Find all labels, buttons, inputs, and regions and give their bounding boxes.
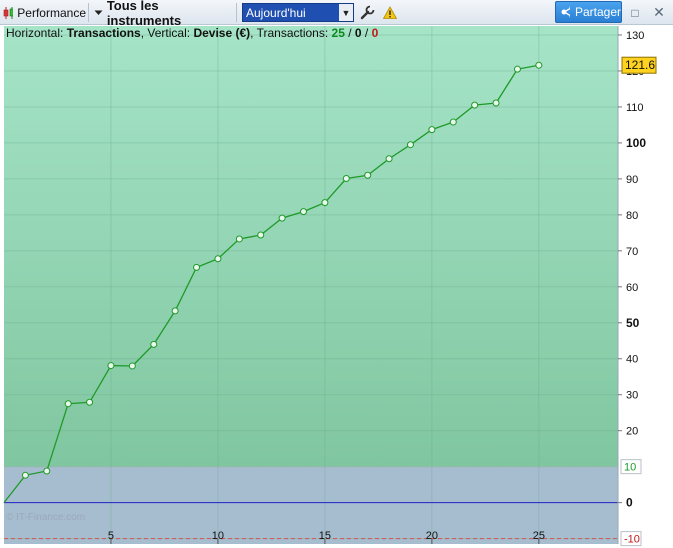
x-tick-label: 15: [319, 530, 331, 542]
data-point: [364, 171, 372, 179]
share-icon: [561, 6, 570, 18]
y-tick-label: 40: [626, 354, 638, 366]
data-point: [428, 126, 436, 134]
y-tick-label: 80: [626, 210, 638, 222]
settings-button[interactable]: [357, 0, 377, 25]
data-point: [107, 362, 115, 370]
data-point: [150, 340, 158, 348]
chevron-down-icon: [94, 10, 103, 15]
last-value-marker: 121.6: [621, 56, 657, 74]
candlestick-icon: [3, 6, 14, 19]
data-point: [86, 398, 94, 406]
data-point: [214, 255, 222, 263]
watermark: © IT-Finance.com: [6, 512, 86, 523]
data-point: [342, 175, 350, 183]
data-point: [171, 307, 179, 315]
y-tick-label: 50: [626, 316, 640, 330]
close-icon[interactable]: ✕: [652, 0, 666, 25]
share-label: Partager: [574, 5, 621, 19]
y-tick-label: 20: [626, 426, 638, 438]
chevron-down-icon[interactable]: ▼: [339, 4, 353, 21]
performance-button[interactable]: Performance: [2, 0, 86, 25]
threshold-label: 10: [624, 462, 636, 474]
transactions-neutral: 0: [354, 26, 362, 40]
transactions-total: 25: [331, 26, 345, 40]
toolbar-separator: [88, 3, 89, 22]
data-point: [385, 155, 393, 163]
y-tick-label: 30: [626, 390, 638, 402]
data-point: [128, 362, 136, 370]
data-point: [535, 61, 543, 69]
data-point: [235, 235, 243, 243]
window-restore-icon[interactable]: □: [628, 0, 642, 25]
y-tick-label: 90: [626, 174, 638, 186]
toolbar-separator: [236, 3, 237, 22]
last-value-label: 121.6: [625, 58, 655, 72]
data-point: [449, 118, 457, 126]
warning-icon[interactable]: [382, 0, 398, 25]
data-point: [321, 199, 329, 207]
transactions-label: , Transactions:: [250, 26, 329, 40]
x-tick-label: 5: [108, 530, 114, 542]
instruments-label: Tous les instruments: [106, 0, 182, 28]
transactions-loss: 0: [371, 26, 379, 40]
wrench-icon: [360, 4, 375, 19]
y-tick-label: 60: [626, 282, 638, 294]
period-select[interactable]: Aujourd'hui ▼: [242, 3, 354, 22]
x-tick-label: 10: [212, 530, 224, 542]
data-point: [406, 141, 414, 149]
performance-label: Performance: [17, 5, 86, 20]
data-point: [193, 263, 201, 271]
horizontal-value: Transactions: [66, 26, 141, 40]
chart-header: Horizontal: Transactions, Vertical: Devi…: [6, 26, 378, 40]
x-tick-label: 25: [533, 530, 545, 542]
equity-chart[interactable]: 1301201101009080706050403020010-10 51015…: [0, 25, 673, 548]
count-separator: /: [344, 26, 355, 40]
count-separator: /: [361, 26, 372, 40]
instruments-dropdown[interactable]: Tous les instruments: [94, 0, 234, 28]
data-point: [300, 208, 308, 216]
y-tick-label: 0: [626, 496, 633, 510]
data-point: [278, 214, 286, 222]
data-point: [471, 101, 479, 109]
threshold-label: -10: [624, 534, 640, 546]
data-point: [21, 471, 29, 479]
share-button[interactable]: Partager: [555, 1, 622, 23]
period-value: Aujourd'hui: [246, 5, 306, 20]
y-tick-label: 70: [626, 246, 638, 258]
data-point: [43, 467, 51, 475]
x-tick-label: 20: [426, 530, 438, 542]
y-tick-label: 110: [626, 102, 644, 114]
y-tick-label: 100: [626, 136, 646, 150]
toolbar: Performance Tous les instruments Aujourd…: [0, 0, 673, 28]
data-point: [64, 400, 72, 408]
data-point: [257, 231, 265, 239]
negative-zone: [4, 466, 618, 544]
positive-zone: [4, 26, 618, 467]
vertical-label: , Vertical:: [140, 26, 191, 40]
y-tick-label: 130: [626, 30, 644, 42]
data-point: [492, 99, 500, 107]
horizontal-label: Horizontal:: [6, 26, 64, 40]
data-point: [513, 65, 521, 73]
vertical-value: Devise (€): [193, 26, 251, 40]
